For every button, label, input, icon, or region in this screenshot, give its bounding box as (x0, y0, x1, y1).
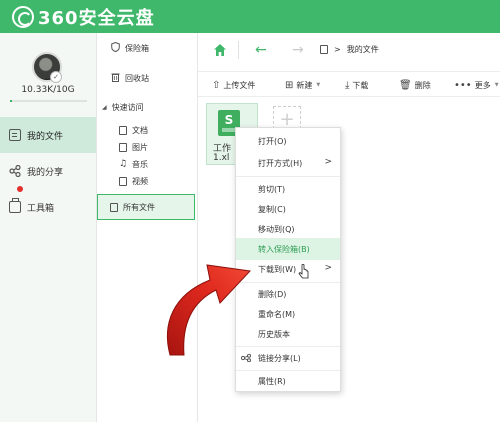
nav-item-label: 我的分享 (27, 167, 64, 178)
submenu-chevron-icon: > (324, 263, 332, 273)
tree-item-label: 保险箱 (125, 43, 149, 53)
download-label: 下载 (352, 80, 369, 90)
forward-arrow-icon[interactable]: → (292, 42, 304, 58)
new-label: 新建 (296, 80, 313, 90)
menu-item-cut[interactable]: 剪切(T) (236, 178, 340, 200)
trash-icon: 🗑 (399, 79, 412, 91)
app-title: 360安全云盘 (38, 8, 155, 29)
menu-item-label: 链接分享(L) (258, 353, 301, 363)
title-bar: 360安全云盘 (0, 0, 500, 33)
nav-item-label: 我的文件 (27, 131, 64, 142)
breadcrumb: > 我的文件 (320, 44, 379, 55)
shield-icon (111, 41, 120, 54)
upload-label: 上传文件 (223, 80, 256, 90)
app-logo: 360安全云盘 (12, 5, 155, 29)
tree-item-recycle[interactable]: 回收站 (97, 69, 197, 87)
submenu-chevron-icon: > (324, 157, 332, 167)
folder-tree: 保险箱 回收站 ◢ 快速访问 文档 图片 ♫ 音乐 视频 所有文件 (97, 33, 198, 422)
download-icon: ⤓ (345, 79, 350, 91)
nav-item-my-share[interactable]: 我的分享 (0, 153, 96, 189)
nav-item-label: 工具箱 (27, 203, 55, 214)
address-bar: ← → > 我的文件 (198, 33, 500, 69)
menu-item-label: 移动到(Q) (258, 224, 295, 234)
document-icon (320, 45, 328, 54)
delete-button[interactable]: 🗑 删除 (399, 77, 431, 93)
left-sidebar: ✓ 10.33K/10G 我的文件 我的分享 工具箱 (0, 33, 97, 422)
back-arrow-icon[interactable]: ← (255, 42, 267, 58)
menu-item-open[interactable]: 打开(O) (236, 130, 340, 152)
delete-label: 删除 (414, 80, 431, 90)
upload-icon: ⇧ (212, 79, 221, 91)
share-icon (9, 164, 21, 178)
tree-item-images[interactable]: 图片 (97, 138, 197, 156)
tree-item-safe[interactable]: 保险箱 (97, 39, 197, 57)
document-icon (9, 129, 21, 141)
chevron-down-icon: ▼ (316, 82, 321, 88)
tree-item-label: 文档 (132, 125, 148, 135)
storage-quota-fill (10, 100, 12, 102)
tree-group-quick-access[interactable]: ◢ 快速访问 (97, 98, 197, 116)
download-button[interactable]: ⤓ 下载 (345, 77, 368, 93)
toolbox-icon (9, 198, 21, 213)
folder-icon (110, 202, 118, 212)
more-button[interactable]: ••• 更多 ▼ (454, 77, 499, 93)
menu-item-label: 打开方式(H) (258, 158, 303, 168)
storage-quota-bar (10, 100, 87, 102)
menu-item-copy[interactable]: 复制(C) (236, 198, 340, 220)
menu-item-label: 删除(D) (258, 289, 287, 299)
menu-item-label: 剪切(T) (258, 184, 286, 194)
upload-button[interactable]: ⇧ 上传文件 (212, 77, 255, 93)
tree-item-label: 快速访问 (111, 102, 144, 112)
tree-item-all-files[interactable]: 所有文件 (97, 194, 195, 220)
document-icon (119, 125, 127, 135)
mouse-cursor-icon (298, 264, 309, 279)
menu-item-properties[interactable]: 属性(R) (236, 370, 340, 392)
menu-item-label: 历史版本 (258, 329, 290, 339)
menu-item-move-to[interactable]: 移动到(Q) (236, 218, 340, 240)
vip-badge-icon: ✓ (50, 71, 62, 83)
image-icon (119, 142, 127, 152)
tree-item-label: 图片 (132, 142, 148, 152)
breadcrumb-separator: > (334, 45, 341, 54)
tree-item-documents[interactable]: 文档 (97, 121, 197, 139)
spreadsheet-letter: S (224, 113, 234, 127)
home-icon[interactable] (213, 43, 227, 57)
logo-icon (12, 6, 34, 28)
trash-icon (111, 72, 120, 84)
nav-item-toolbox[interactable]: 工具箱 (0, 186, 96, 225)
tree-item-video[interactable]: 视频 (97, 172, 197, 190)
menu-item-label: 转入保险箱(B) (258, 244, 310, 254)
tree-item-label: 视频 (132, 176, 148, 186)
menu-item-label: 重命名(M) (258, 309, 296, 319)
menu-item-label: 属性(R) (258, 376, 286, 386)
new-button[interactable]: ⊞ 新建 ▼ (285, 77, 320, 93)
more-dots-icon: ••• (454, 79, 472, 91)
divider (238, 41, 239, 59)
tree-item-label: 音乐 (132, 159, 148, 169)
nav-item-my-files[interactable]: 我的文件 (0, 117, 96, 153)
menu-item-label: 下载到(W) (258, 264, 297, 274)
chevron-down-icon: ▼ (494, 82, 499, 88)
menu-item-label: 复制(C) (258, 204, 286, 214)
menu-divider (236, 176, 340, 177)
menu-item-open-with[interactable]: 打开方式(H) > (236, 152, 340, 174)
tree-item-label: 回收站 (125, 73, 149, 83)
video-icon (119, 176, 127, 186)
breadcrumb-current[interactable]: 我的文件 (347, 44, 379, 55)
caret-down-icon: ◢ (102, 103, 107, 111)
music-icon: ♫ (119, 159, 128, 169)
toolbar: ⇧ 上传文件 ⊞ 新建 ▼ ⤓ 下载 🗑 删除 ••• 更多 ▼ (198, 71, 500, 97)
storage-quota: 10.33K/10G (21, 85, 75, 95)
notification-dot (17, 186, 23, 192)
tree-item-label: 所有文件 (123, 202, 155, 212)
annotation-arrow (166, 264, 252, 356)
menu-item-label: 打开(O) (258, 136, 287, 146)
new-folder-icon: ⊞ (285, 79, 294, 91)
more-label: 更多 (474, 80, 491, 90)
tree-item-music[interactable]: ♫ 音乐 (97, 155, 197, 173)
